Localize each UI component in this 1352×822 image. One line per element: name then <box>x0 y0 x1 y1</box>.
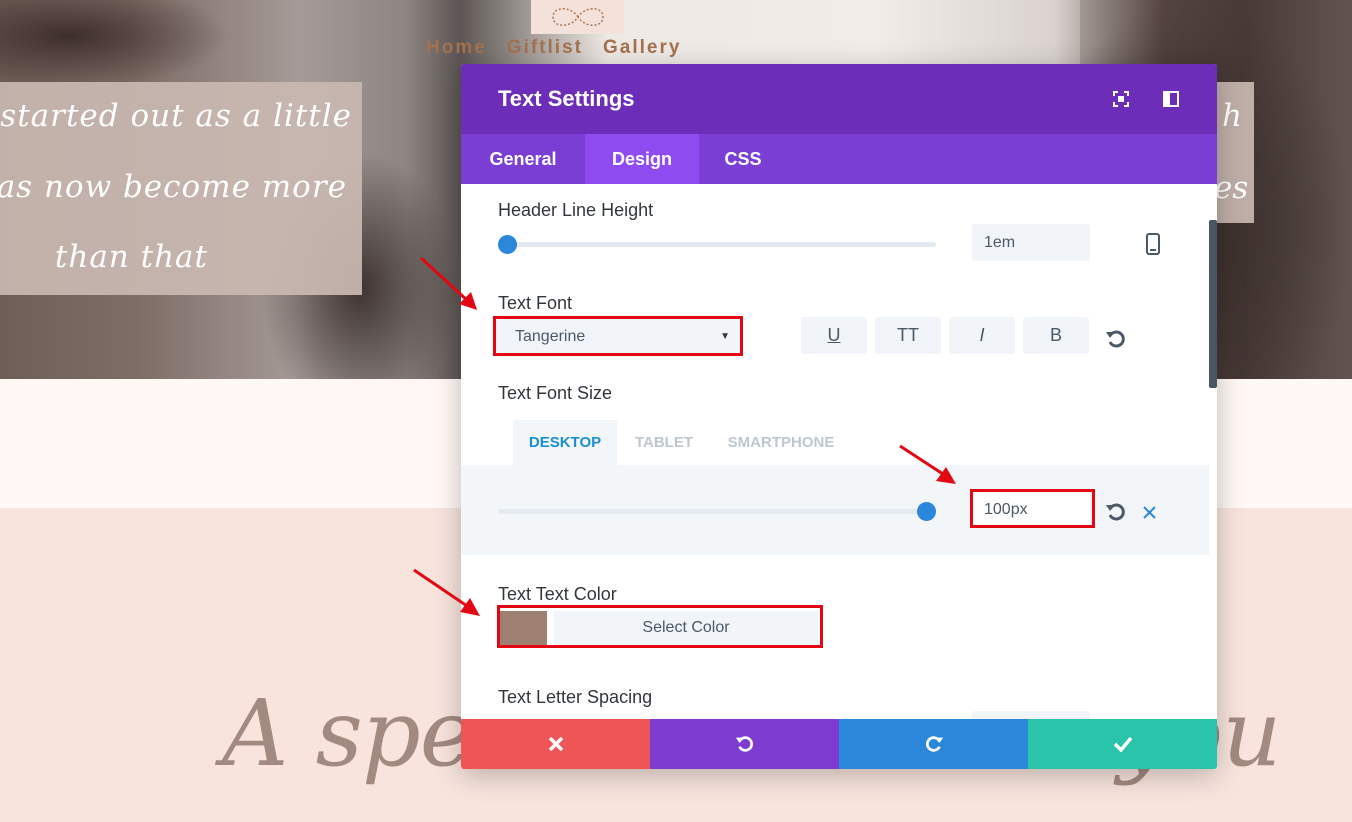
close-icon[interactable] <box>1142 505 1157 520</box>
highlight-font-size <box>970 489 1095 528</box>
infinity-logo-icon <box>552 8 604 26</box>
nav-giftlist[interactable]: Giftlist <box>507 37 583 59</box>
device-tab-smartphone[interactable]: SMARTPHONE <box>711 420 851 466</box>
device-tab-desktop[interactable]: DESKTOP <box>513 420 617 466</box>
tab-design[interactable]: Design <box>585 134 699 184</box>
undo-icon <box>735 736 753 752</box>
nav-gallery[interactable]: Gallery <box>603 37 681 59</box>
quote-line: has now become more <box>0 169 347 205</box>
reset-icon[interactable] <box>1105 328 1127 350</box>
save-button[interactable] <box>1028 719 1217 769</box>
highlight-text-font <box>493 316 743 356</box>
arrow-icon <box>413 568 480 616</box>
close-icon <box>548 736 563 752</box>
reset-icon[interactable] <box>1105 501 1127 523</box>
nav-home[interactable]: Home <box>426 37 487 59</box>
quote-fragment: es <box>1216 170 1249 206</box>
quote-box-left: t started out as a little has now become… <box>0 82 362 295</box>
italic-button[interactable]: I <box>949 317 1015 354</box>
tab-general[interactable]: General <box>461 134 585 184</box>
font-size-slider-track[interactable] <box>498 509 936 514</box>
letter-spacing-label: Text Letter Spacing <box>498 687 653 707</box>
redo-icon <box>925 736 943 752</box>
checkmark-icon <box>1113 736 1132 752</box>
line-height-slider-track[interactable] <box>498 242 936 247</box>
discard-button[interactable] <box>461 719 650 769</box>
quote-line: than that <box>54 239 208 275</box>
header-line-height-label: Header Line Height <box>498 200 654 220</box>
font-size-slider-knob[interactable] <box>917 502 936 521</box>
modal-footer <box>461 719 1217 769</box>
site-logo[interactable] <box>531 0 624 34</box>
uppercase-button[interactable]: TT <box>875 317 941 354</box>
tab-css[interactable]: CSS <box>699 134 787 184</box>
quote-line: t started out as a little <box>0 98 352 134</box>
modal-header: Text Settings <box>461 64 1217 134</box>
mobile-icon[interactable] <box>1146 233 1160 255</box>
arrow-icon <box>419 256 477 310</box>
text-color-label: Text Text Color <box>498 584 617 604</box>
undo-button[interactable] <box>650 719 839 769</box>
arrow-icon <box>899 444 956 484</box>
font-size-panel: 100px <box>461 465 1209 555</box>
bold-button[interactable]: B <box>1023 317 1089 354</box>
sidebar-toggle-icon[interactable] <box>1162 90 1180 108</box>
line-height-input[interactable]: 1em <box>972 224 1090 261</box>
modal-tabs: General Design CSS <box>461 134 1217 184</box>
scrollbar-thumb[interactable] <box>1209 220 1217 388</box>
device-tab-tablet[interactable]: TABLET <box>617 420 711 466</box>
letter-spacing-input[interactable] <box>972 711 1090 719</box>
highlight-text-color <box>497 605 823 648</box>
line-height-slider-knob[interactable] <box>498 235 517 254</box>
site-nav: Home Giftlist Gallery <box>426 37 681 59</box>
quote-box-right: h es <box>1216 82 1254 223</box>
modal-title: Text Settings <box>498 86 635 111</box>
fullscreen-icon[interactable] <box>1112 90 1130 108</box>
quote-fragment: h <box>1222 98 1242 134</box>
hero-shade <box>0 0 230 90</box>
text-font-size-label: Text Font Size <box>498 383 613 403</box>
underline-button[interactable]: U <box>801 317 867 354</box>
text-settings-modal: Text Settings General Design CSS Header … <box>461 64 1217 769</box>
redo-button[interactable] <box>839 719 1028 769</box>
text-font-label: Text Font <box>498 293 573 313</box>
